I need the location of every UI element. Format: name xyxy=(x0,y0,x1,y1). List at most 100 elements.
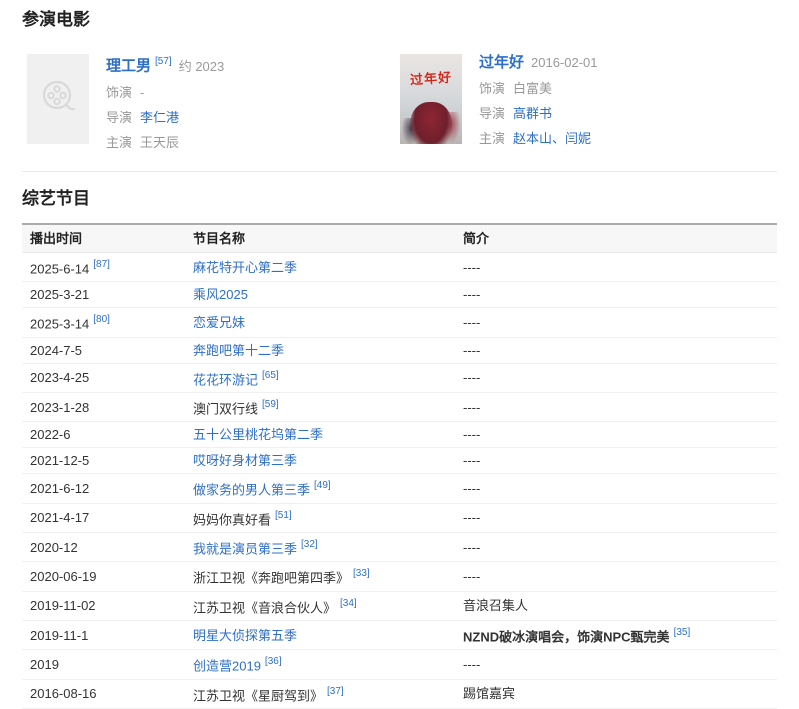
movie-field-role: 饰演- xyxy=(106,86,224,100)
movie-info: 过年好2016-02-01饰演白富美导演高群书主演赵本山、闫妮 xyxy=(479,54,598,146)
intro-text: NZND破冰演唱会，饰演NPC甄完美 xyxy=(463,629,670,644)
air-date: 2020-06-19 xyxy=(30,569,97,584)
movie-card: 过年好过年好2016-02-01饰演白富美导演高群书主演赵本山、闫妮 xyxy=(400,54,773,149)
show-name-ref[interactable]: [37] xyxy=(327,686,344,697)
field-value-link[interactable]: 赵本山、闫妮 xyxy=(513,131,591,146)
movie-info: 理工男[57]约 2023饰演-导演李仁港主演王天辰 xyxy=(106,54,224,149)
field-value-link[interactable]: 李仁港 xyxy=(140,110,179,125)
show-name: 江苏卫视《星厨驾到》 xyxy=(193,688,323,703)
field-label: 饰演 xyxy=(479,81,505,96)
show-name-link[interactable]: 乘风2025 xyxy=(193,287,248,302)
air-date-cell: 2021-6-12 xyxy=(22,474,185,503)
show-name-link[interactable]: 奔跑吧第十二季 xyxy=(193,343,284,358)
show-name-ref[interactable]: [59] xyxy=(262,399,279,410)
show-name-link[interactable]: 麻花特开心第二季 xyxy=(193,260,297,275)
show-name-ref[interactable]: [65] xyxy=(262,370,279,381)
show-name-cell: 江苏卫视《星厨驾到》 [37] xyxy=(185,679,455,708)
table-row: 2019 创造营2019 [36] ---- xyxy=(22,650,777,679)
intro-text: 音浪召集人 xyxy=(463,598,528,613)
variety-section: 综艺节目 播出时间 节目名称 简介 2025-6-14[87]麻花特开心第二季-… xyxy=(22,189,777,709)
intro-text: ---- xyxy=(463,569,480,584)
intro-cell: ---- xyxy=(455,422,777,448)
movie-poster-image[interactable]: 过年好 xyxy=(400,54,462,144)
air-date: 2021-12-5 xyxy=(30,453,89,468)
movie-title-link[interactable]: 过年好 xyxy=(479,54,524,71)
intro-cell: ---- xyxy=(455,503,777,532)
show-name-cell: 浙江卫视《奔跑吧第四季》 [33] xyxy=(185,562,455,591)
show-name-link[interactable]: 做家务的男人第三季 xyxy=(193,483,310,498)
table-row: 2024-7-5奔跑吧第十二季---- xyxy=(22,337,777,363)
column-header-show-name: 节目名称 xyxy=(185,224,455,253)
intro-cell: ---- xyxy=(455,650,777,679)
show-name-link[interactable]: 花花环游记 xyxy=(193,372,258,387)
air-date-ref[interactable]: [87] xyxy=(93,259,110,270)
show-name-cell: 麻花特开心第二季 xyxy=(185,253,455,282)
show-name-ref[interactable]: [36] xyxy=(265,656,282,667)
air-date: 2019 xyxy=(30,657,59,672)
air-date: 2020-12 xyxy=(30,540,78,555)
variety-show-table: 播出时间 节目名称 简介 2025-6-14[87]麻花特开心第二季----20… xyxy=(22,223,777,709)
air-date-ref[interactable]: [80] xyxy=(93,314,110,325)
table-row: 2020-06-19 浙江卫视《奔跑吧第四季》 [33] ---- xyxy=(22,562,777,591)
show-name-link[interactable]: 五十公里桃花坞第二季 xyxy=(193,427,323,442)
table-row: 2022-6 五十公里桃花坞第二季 ---- xyxy=(22,422,777,448)
air-date: 2025-3-21 xyxy=(30,287,89,302)
intro-text: ---- xyxy=(463,315,480,330)
show-name-cell: 明星大侦探第五季 xyxy=(185,621,455,650)
field-label: 主演 xyxy=(479,131,505,146)
movie-field-cast: 主演赵本山、闫妮 xyxy=(479,132,598,146)
movies-section: 参演电影 理工男[57]约 2023饰演-导演李仁港主演王天辰过年好过年好201… xyxy=(22,10,777,172)
table-row: 2025-3-14[80]恋爱兄妹---- xyxy=(22,308,777,337)
movie-title-link[interactable]: 理工男 xyxy=(106,58,151,75)
air-date: 2025-6-14 xyxy=(30,261,89,276)
air-date: 2022-6 xyxy=(30,427,70,442)
show-name-link[interactable]: 我就是演员第三季 xyxy=(193,541,297,556)
baike-person-page: 参演电影 理工男[57]约 2023饰演-导演李仁港主演王天辰过年好过年好201… xyxy=(0,0,799,709)
variety-section-title: 综艺节目 xyxy=(22,189,777,209)
show-name: 江苏卫视《音浪合伙人》 xyxy=(193,600,336,615)
movie-title-line: 理工男[57]约 2023 xyxy=(106,55,224,74)
show-name-ref[interactable]: [34] xyxy=(340,598,357,609)
table-row: 2016-08-16江苏卫视《星厨驾到》[37]踢馆嘉宾 xyxy=(22,679,777,708)
show-name-link[interactable]: 明星大侦探第五季 xyxy=(193,628,297,643)
air-date: 2021-4-17 xyxy=(30,510,89,525)
table-row: 2021-12-5 哎呀好身材第三季 ---- xyxy=(22,448,777,474)
air-date-cell: 2021-4-17 xyxy=(22,503,185,532)
intro-cell: 音浪召集人 xyxy=(455,591,777,620)
show-name-ref[interactable]: [33] xyxy=(353,568,370,579)
show-name-ref[interactable]: [51] xyxy=(275,510,292,521)
intro-text: ---- xyxy=(463,453,480,468)
air-date: 2019-11-1 xyxy=(30,628,88,643)
field-value-link[interactable]: 高群书 xyxy=(513,106,552,121)
movie-field-director: 导演高群书 xyxy=(479,107,598,121)
intro-ref[interactable]: [35] xyxy=(674,627,691,638)
intro-text: ---- xyxy=(463,260,480,275)
intro-text: 踢馆嘉宾 xyxy=(463,686,515,701)
table-row: 2025-3-21乘风2025---- xyxy=(22,282,777,308)
show-name-link[interactable]: 创造营2019 xyxy=(193,659,261,674)
show-name-cell: 妈妈你真好看[51] xyxy=(185,503,455,532)
field-value: - xyxy=(140,85,144,100)
show-name-cell: 恋爱兄妹 xyxy=(185,308,455,337)
air-date-cell: 2019-11-1 xyxy=(22,621,185,650)
intro-text: ---- xyxy=(463,481,480,496)
show-name-ref[interactable]: [49] xyxy=(314,480,331,491)
intro-text: ---- xyxy=(463,510,480,525)
show-name-cell: 哎呀好身材第三季 xyxy=(185,448,455,474)
movie-title-ref[interactable]: [57] xyxy=(155,56,172,67)
show-name-cell: 五十公里桃花坞第二季 xyxy=(185,422,455,448)
movie-poster-placeholder[interactable] xyxy=(27,54,89,144)
show-name: 浙江卫视《奔跑吧第四季》 xyxy=(193,571,349,586)
table-row: 2021-4-17 妈妈你真好看[51] ---- xyxy=(22,503,777,532)
column-header-intro: 简介 xyxy=(455,224,777,253)
show-name-ref[interactable]: [32] xyxy=(301,539,318,550)
movie-field-cast: 主演王天辰 xyxy=(106,136,224,150)
intro-cell: ---- xyxy=(455,533,777,562)
show-name-cell: 澳门双行线[59] xyxy=(185,393,455,422)
table-row: 2021-6-12 做家务的男人第三季 [49] ---- xyxy=(22,474,777,503)
movie-field-director: 导演李仁港 xyxy=(106,111,224,125)
air-date-cell: 2025-3-21 xyxy=(22,282,185,308)
show-name-link[interactable]: 恋爱兄妹 xyxy=(193,315,245,330)
show-name-link[interactable]: 哎呀好身材第三季 xyxy=(193,453,297,468)
air-date-cell: 2020-06-19 xyxy=(22,562,185,591)
